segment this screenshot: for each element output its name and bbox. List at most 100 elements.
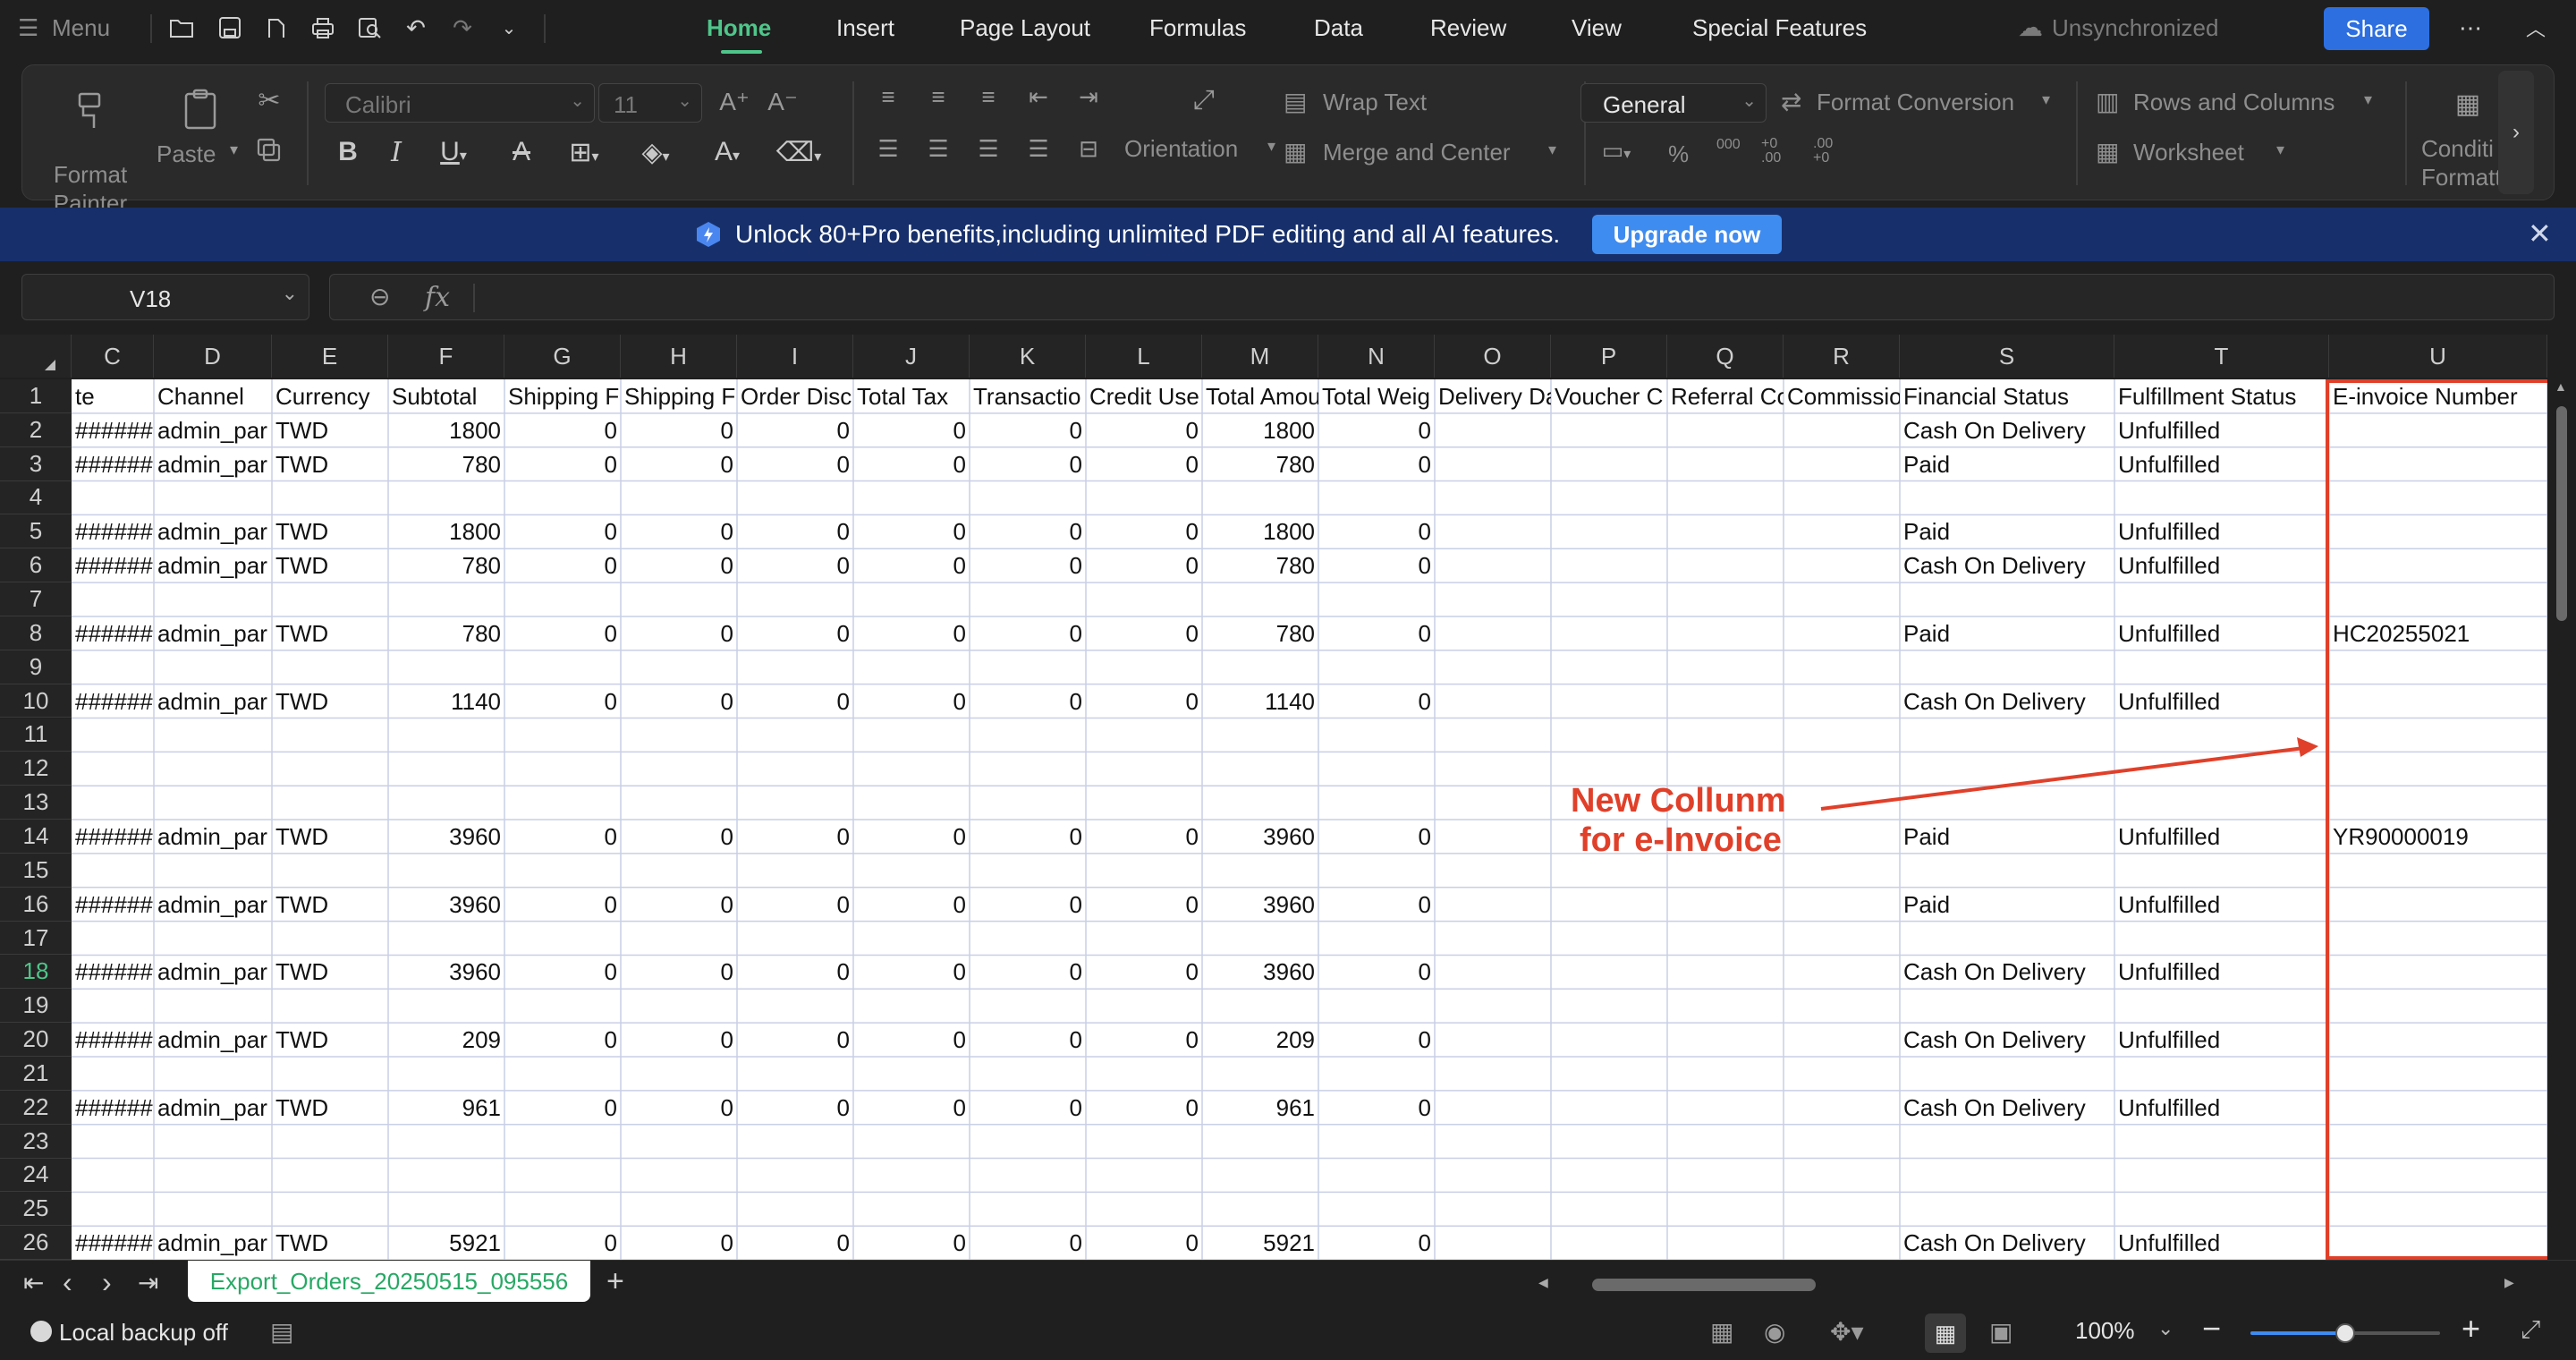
print-icon[interactable] bbox=[308, 13, 338, 43]
table-cell[interactable]: 0 bbox=[1086, 955, 1202, 989]
add-sheet-icon[interactable]: + bbox=[606, 1264, 624, 1299]
table-cell[interactable]: TWD bbox=[272, 1023, 388, 1057]
table-cell[interactable]: TWD bbox=[272, 955, 388, 989]
font-size-select[interactable]: 11 ⌄ bbox=[598, 83, 702, 123]
borders-icon[interactable]: ⊞▾ bbox=[559, 137, 609, 168]
increase-decimal-button[interactable]: +0 .00 bbox=[1761, 137, 1801, 166]
table-cell[interactable]: 0 bbox=[621, 413, 737, 447]
column-header[interactable]: H bbox=[621, 335, 737, 378]
table-cell[interactable]: 1800 bbox=[388, 514, 504, 548]
format-conversion-button[interactable]: ⇄ Format Conversion ▾ bbox=[1781, 83, 2058, 123]
table-cell[interactable] bbox=[1784, 888, 1900, 922]
table-cell[interactable]: 3960 bbox=[1202, 955, 1318, 989]
table-cell[interactable]: 0 bbox=[853, 1023, 970, 1057]
table-cell[interactable]: admin_par bbox=[154, 447, 272, 481]
increase-font-icon[interactable]: A⁺ bbox=[716, 87, 752, 116]
column-header[interactable]: I bbox=[737, 335, 853, 378]
table-cell[interactable]: TWD bbox=[272, 548, 388, 582]
horizontal-scrollbar[interactable]: ◀ ▶ bbox=[1512, 1275, 2549, 1295]
table-cell[interactable]: ###### bbox=[72, 888, 154, 922]
table-cell[interactable]: Paid bbox=[1900, 820, 2114, 854]
table-cell[interactable]: 0 bbox=[853, 955, 970, 989]
table-cell[interactable]: admin_par bbox=[154, 616, 272, 650]
column-header[interactable]: G bbox=[504, 335, 621, 378]
scroll-left-icon[interactable]: ◀ bbox=[1538, 1275, 1548, 1290]
header-cell[interactable]: Total Amou bbox=[1202, 379, 1318, 413]
table-cell[interactable]: 0 bbox=[970, 1023, 1086, 1057]
column-header[interactable]: R bbox=[1784, 335, 1900, 378]
merge-center-button[interactable]: ▦ Merge and Center ▾ bbox=[1284, 133, 1570, 173]
tab-special-features[interactable]: Special Features bbox=[1692, 14, 1867, 42]
table-cell[interactable]: Unfulfilled bbox=[2114, 684, 2329, 718]
strikethrough-icon[interactable]: A bbox=[505, 137, 538, 167]
table-cell[interactable]: 0 bbox=[504, 413, 621, 447]
thousands-separator-button[interactable]: 000 bbox=[1716, 137, 1741, 153]
table-cell[interactable] bbox=[1551, 684, 1667, 718]
percent-button[interactable]: % bbox=[1668, 140, 1689, 168]
table-cell[interactable]: 0 bbox=[853, 1091, 970, 1125]
distributed-icon[interactable]: ⊟ bbox=[1071, 135, 1106, 163]
table-cell[interactable]: 0 bbox=[504, 684, 621, 718]
paste-button[interactable]: Paste ▾ bbox=[157, 85, 257, 167]
row-header[interactable]: 23 bbox=[0, 1124, 72, 1159]
table-cell[interactable] bbox=[1667, 888, 1784, 922]
fullscreen-icon[interactable]: ⤢ bbox=[2521, 1315, 2540, 1345]
table-cell[interactable]: 0 bbox=[1086, 820, 1202, 854]
table-cell[interactable]: Paid bbox=[1900, 514, 2114, 548]
column-header[interactable]: T bbox=[2114, 335, 2329, 378]
format-painter-button[interactable]: Format Painter bbox=[46, 85, 135, 217]
table-cell[interactable]: 0 bbox=[970, 514, 1086, 548]
table-cell[interactable]: TWD bbox=[272, 1226, 388, 1260]
table-cell[interactable]: admin_par bbox=[154, 684, 272, 718]
table-cell[interactable]: 0 bbox=[970, 955, 1086, 989]
table-cell[interactable]: 0 bbox=[970, 888, 1086, 922]
header-cell[interactable]: Commissio bbox=[1784, 379, 1900, 413]
increase-indent-icon[interactable]: ⇥ bbox=[1071, 83, 1106, 111]
freeze-panes-icon[interactable]: ✥▾ bbox=[1830, 1317, 1864, 1347]
eye-protection-icon[interactable]: ◉ bbox=[1764, 1317, 1785, 1347]
table-cell[interactable] bbox=[1551, 1023, 1667, 1057]
table-cell[interactable]: admin_par bbox=[154, 548, 272, 582]
table-cell[interactable]: ###### bbox=[72, 616, 154, 650]
cut-icon[interactable]: ✂ bbox=[251, 85, 287, 116]
table-cell[interactable]: 0 bbox=[1318, 1091, 1435, 1125]
table-cell[interactable]: 0 bbox=[1086, 514, 1202, 548]
table-cell[interactable] bbox=[1551, 955, 1667, 989]
table-cell[interactable]: ###### bbox=[72, 820, 154, 854]
table-cell[interactable] bbox=[1667, 548, 1784, 582]
table-cell[interactable] bbox=[1435, 616, 1551, 650]
header-cell[interactable]: Financial Status bbox=[1900, 379, 2114, 413]
sheet-list-icon[interactable]: ▤ bbox=[270, 1317, 293, 1347]
align-right-icon[interactable]: ☰ bbox=[970, 135, 1006, 163]
table-cell[interactable]: 0 bbox=[504, 820, 621, 854]
table-cell[interactable]: 0 bbox=[1318, 955, 1435, 989]
header-cell[interactable]: Fulfillment Status bbox=[2114, 379, 2329, 413]
row-header[interactable]: 26 bbox=[0, 1226, 72, 1260]
table-cell[interactable]: admin_par bbox=[154, 1091, 272, 1125]
table-cell[interactable]: 0 bbox=[504, 616, 621, 650]
fx-label[interactable]: fx bbox=[425, 282, 450, 313]
fill-color-icon[interactable]: ◈▾ bbox=[631, 137, 681, 168]
first-sheet-icon[interactable]: ⇤ bbox=[23, 1268, 44, 1297]
table-cell[interactable] bbox=[1551, 548, 1667, 582]
table-cell[interactable]: 961 bbox=[1202, 1091, 1318, 1125]
table-cell[interactable]: 0 bbox=[970, 1091, 1086, 1125]
table-cell[interactable]: 0 bbox=[1318, 548, 1435, 582]
rows-columns-button[interactable]: ▥ Rows and Columns ▾ bbox=[2096, 83, 2391, 123]
read-mode-icon[interactable]: ▦ bbox=[1710, 1317, 1733, 1347]
row-header[interactable]: 5 bbox=[0, 514, 72, 549]
table-cell[interactable]: 0 bbox=[621, 1226, 737, 1260]
italic-icon[interactable]: I bbox=[380, 137, 412, 168]
table-cell[interactable] bbox=[1667, 1091, 1784, 1125]
table-cell[interactable]: 0 bbox=[1086, 447, 1202, 481]
table-cell[interactable]: Paid bbox=[1900, 888, 2114, 922]
table-cell[interactable]: 0 bbox=[1318, 447, 1435, 481]
table-cell[interactable] bbox=[1435, 888, 1551, 922]
table-cell[interactable] bbox=[1784, 955, 1900, 989]
sheet-area[interactable]: te Channel Currency Subtotal Shipping F Shipp… bbox=[72, 379, 2576, 1260]
column-header[interactable]: Q bbox=[1667, 335, 1784, 378]
tab-formulas[interactable]: Formulas bbox=[1149, 14, 1246, 42]
row-header[interactable]: 17 bbox=[0, 921, 72, 956]
table-cell[interactable] bbox=[1667, 413, 1784, 447]
table-cell[interactable] bbox=[1784, 616, 1900, 650]
